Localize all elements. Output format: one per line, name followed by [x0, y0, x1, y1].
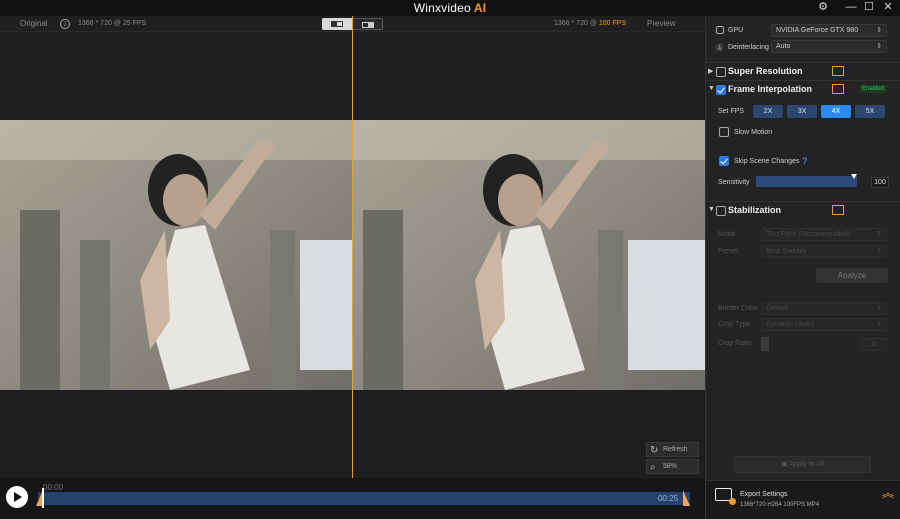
super-resolution-checkbox[interactable]: [716, 67, 726, 77]
export-settings-details: 1366*720 H264 100FPS MP4: [740, 502, 820, 508]
sensitivity-slider-handle[interactable]: [851, 174, 857, 179]
mode-select[interactable]: Two Pass (Recommended) ⇕: [761, 228, 887, 241]
title-bar: Winxvideo AI ⚙ — ☐ ✕: [0, 0, 900, 16]
mode-label: Mode: [718, 231, 736, 238]
super-resolution-icon: [832, 66, 844, 76]
border-color-label: Border Color: [718, 305, 758, 312]
refresh-icon: ↻: [650, 445, 659, 456]
slow-motion-label: Slow Motion: [734, 129, 773, 136]
fps-3x-button[interactable]: 3X: [787, 105, 817, 118]
border-color-select[interactable]: Default ⇕: [761, 302, 887, 315]
gpu-select[interactable]: NVIDIA GeForce GTX 980 ⇕: [771, 24, 887, 37]
stabilization-header[interactable]: ▼ Stabilization: [705, 201, 900, 219]
export-settings[interactable]: Export Settings 1366*720 H264 100FPS MP4…: [706, 480, 900, 519]
crop-ratio-value[interactable]: 0: [861, 338, 887, 351]
overlay-view-icon: [361, 22, 374, 28]
skip-scene-changes-label: Skip Scene Changes: [734, 158, 800, 165]
preview-area: ↻ Refresh ⌕ 58%: [0, 16, 705, 478]
crop-ratio-slider[interactable]: [761, 337, 769, 351]
slow-motion-checkbox[interactable]: [719, 127, 729, 137]
play-button[interactable]: [6, 486, 28, 508]
sensitivity-label: Sensitivity: [718, 179, 750, 186]
crop-ratio-label: Crop Ratio: [718, 340, 752, 347]
crop-type-label: Crop Type: [718, 321, 751, 328]
refresh-button[interactable]: ↻ Refresh: [646, 442, 699, 457]
timeline: 00:00 00:25: [0, 478, 705, 519]
frame-interpolation-checkbox[interactable]: [716, 85, 726, 95]
zoom-button[interactable]: ⌕ 58%: [646, 459, 699, 474]
fps-5x-button[interactable]: 5X: [855, 105, 885, 118]
original-label: Original: [20, 19, 48, 28]
preview-info: 1366 * 720 @ 100 FPS: [554, 20, 627, 27]
skip-scene-changes-checkbox[interactable]: [719, 156, 729, 166]
timeline-start-time: 00:00: [43, 483, 64, 492]
timeline-end-time: 00:25: [658, 494, 679, 503]
info-icon[interactable]: i: [60, 19, 70, 29]
apply-to-all-button[interactable]: ▣ Apply to All: [734, 456, 871, 473]
preset-select[interactable]: Best Stability ⇕: [761, 245, 887, 258]
help-icon[interactable]: ?: [802, 156, 808, 166]
deinterlacing-select[interactable]: Auto ⇕: [771, 40, 887, 53]
app-title-ai: AI: [473, 1, 487, 15]
deinterlacing-label: Deinterlacing: [728, 44, 769, 51]
preview-label: Preview: [647, 19, 676, 28]
export-settings-title: Export Settings: [740, 491, 788, 498]
export-settings-icon: [715, 488, 736, 505]
app-title: Winxvideo AI: [413, 1, 487, 15]
preset-label: Preset: [718, 248, 739, 255]
enabled-badge: Enabled: [859, 85, 888, 93]
collapse-icon[interactable]: ▼: [708, 85, 715, 92]
split-divider[interactable]: [352, 16, 353, 478]
set-fps-label: Set FPS: [718, 108, 745, 115]
collapse-icon[interactable]: ▼: [708, 206, 715, 213]
stabilization-checkbox[interactable]: [716, 206, 726, 216]
preview-frame-image: [353, 120, 705, 390]
timeline-track[interactable]: [38, 492, 690, 505]
crop-type-select[interactable]: Dynamic (Auto) ⇕: [761, 318, 887, 331]
settings-icon[interactable]: ⚙: [812, 0, 834, 14]
side-by-side-view-button[interactable]: [322, 18, 353, 30]
expand-icon[interactable]: ▶: [708, 67, 713, 75]
analyze-button[interactable]: Analyze: [816, 268, 888, 283]
close-button[interactable]: ✕: [877, 0, 899, 14]
original-frame-image: [0, 120, 352, 390]
fps-4x-button[interactable]: 4X: [821, 105, 851, 118]
sensitivity-slider[interactable]: [756, 176, 857, 187]
deinterlacing-icon: Ⓐ: [716, 45, 723, 52]
zoom-icon: ⌕: [650, 462, 656, 473]
gpu-checkbox[interactable]: [716, 26, 724, 34]
original-info: 1366 * 720 @ 25 FPS: [78, 20, 147, 27]
camera-icon: [832, 205, 844, 215]
fps-2x-button[interactable]: 2X: [753, 105, 783, 118]
super-resolution-header[interactable]: ▶ Super Resolution: [705, 62, 900, 80]
gpu-label: GPU: [728, 27, 744, 34]
overlay-view-button[interactable]: [352, 18, 383, 30]
sensitivity-value[interactable]: 100: [871, 177, 889, 188]
split-view-icon: [331, 21, 343, 27]
playhead[interactable]: [42, 488, 44, 508]
expand-up-icon[interactable]: ︽: [882, 487, 894, 499]
frame-interpolation-icon: [832, 84, 844, 94]
